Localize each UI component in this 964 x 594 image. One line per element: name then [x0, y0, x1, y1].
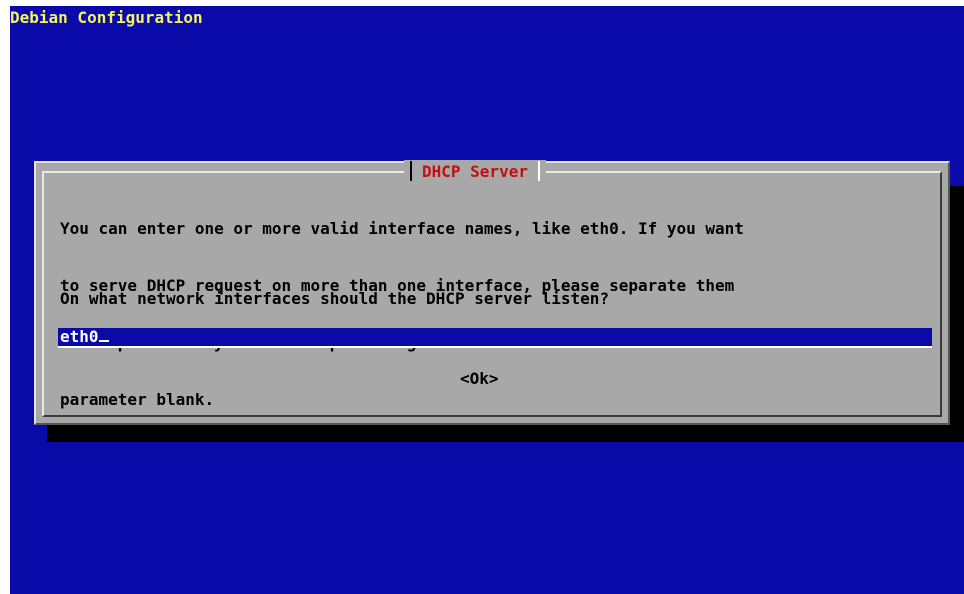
network-interfaces-input[interactable]: eth0 [58, 328, 932, 348]
backtitle: Debian Configuration [10, 8, 203, 27]
ok-button[interactable]: <Ok> [460, 369, 499, 388]
description-line: parameter blank. [60, 390, 215, 409]
dialog-title-box: DHCP Server [404, 160, 546, 182]
title-right-bar [537, 161, 540, 181]
dialog-question: On what network interfaces should the DH… [60, 289, 610, 308]
terminal-screen: Debian Configuration DHCP Server You can… [10, 6, 964, 594]
description-line: You can enter one or more valid interfac… [60, 219, 744, 238]
dhcp-server-dialog: DHCP Server You can enter one or more va… [34, 160, 950, 425]
dialog-title: DHCP Server [422, 161, 528, 181]
input-value: eth0 [60, 327, 99, 346]
text-cursor [98, 340, 109, 342]
dialog-description: You can enter one or more valid interfac… [60, 181, 940, 447]
